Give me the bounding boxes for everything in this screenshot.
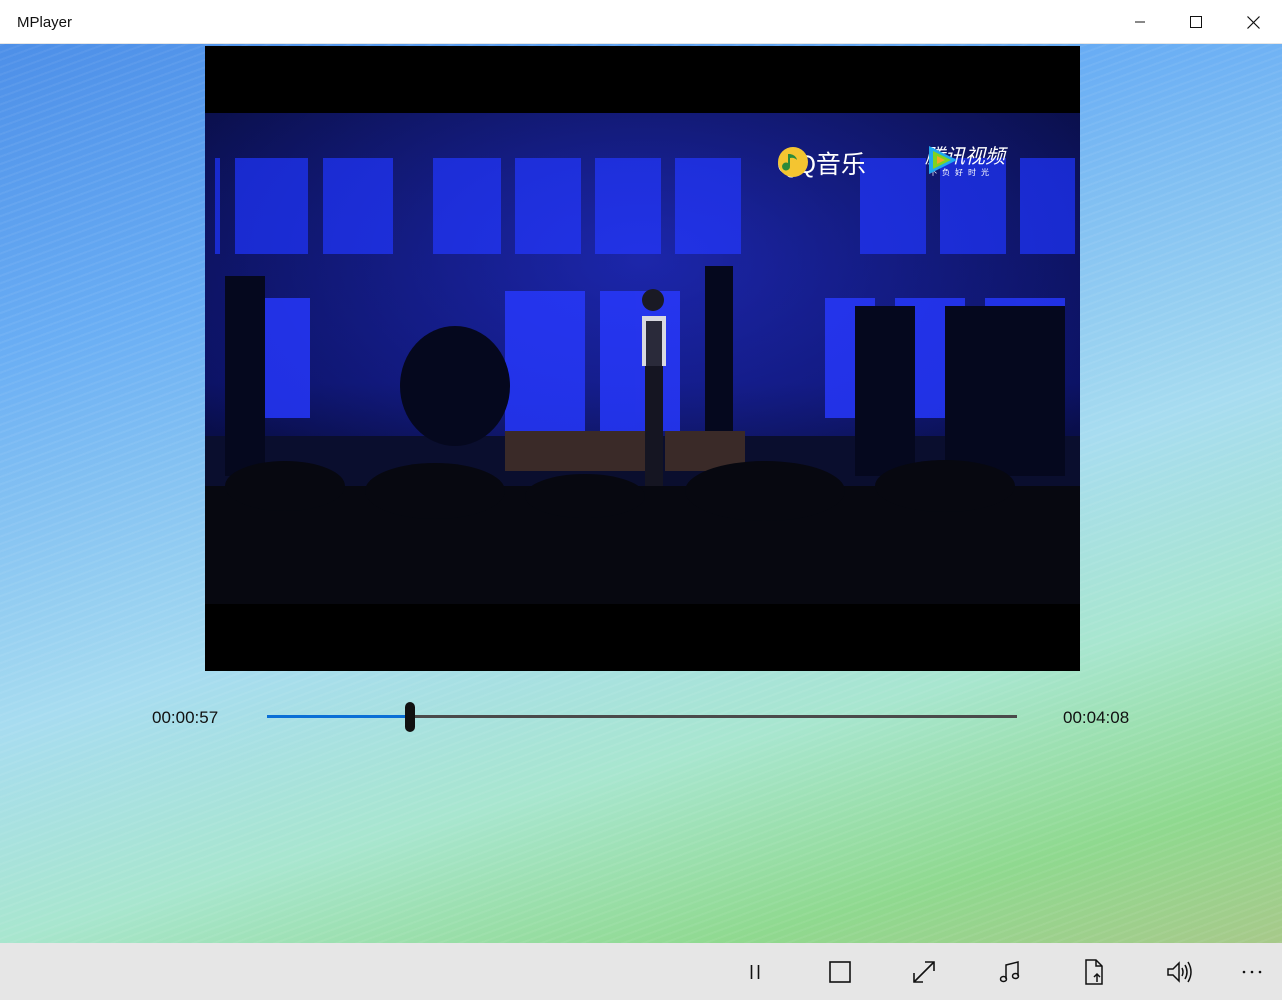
music-button[interactable]: [985, 943, 1035, 1000]
maximize-icon: [1190, 16, 1202, 28]
pause-icon: [750, 964, 760, 979]
seek-thumb[interactable]: [405, 702, 415, 732]
maximize-button[interactable]: [1168, 0, 1224, 44]
fullscreen-icon: [913, 960, 935, 983]
command-bar: [0, 943, 1282, 1000]
current-time: 00:00:57: [152, 708, 219, 727]
volume-button[interactable]: [1154, 943, 1204, 1000]
total-time: 00:04:08: [1063, 708, 1130, 727]
concert-scene: [205, 46, 1080, 671]
window-title: MPlayer: [17, 14, 73, 31]
title-bar: MPlayer: [0, 0, 1282, 44]
volume-icon: [1167, 960, 1192, 983]
stop-button[interactable]: [815, 943, 865, 1000]
close-button[interactable]: [1225, 0, 1281, 44]
minimize-icon: [1135, 21, 1145, 23]
player-background: QQ音乐 腾讯视频 不负好时光: [0, 44, 1282, 943]
seek-slider[interactable]: [267, 702, 1017, 732]
tencent-video-logo-icon: [929, 146, 957, 174]
pause-button[interactable]: [730, 943, 780, 1000]
fullscreen-button[interactable]: [899, 943, 949, 1000]
more-button[interactable]: [1227, 943, 1277, 1000]
qq-music-logo-icon: [778, 147, 808, 177]
stop-icon: [829, 960, 851, 983]
close-icon: [1246, 15, 1260, 29]
video-frame[interactable]: QQ音乐 腾讯视频 不负好时光: [205, 46, 1080, 671]
open-file-button[interactable]: [1069, 943, 1119, 1000]
tencent-video-watermark: 腾讯视频 不负好时光: [925, 142, 1005, 182]
seek-progress: [267, 715, 410, 718]
music-note-icon: [999, 960, 1020, 982]
open-file-icon: [1085, 958, 1103, 985]
minimize-button[interactable]: [1112, 0, 1168, 44]
qq-music-watermark: QQ音乐: [777, 146, 866, 180]
more-icon: [1242, 970, 1262, 973]
